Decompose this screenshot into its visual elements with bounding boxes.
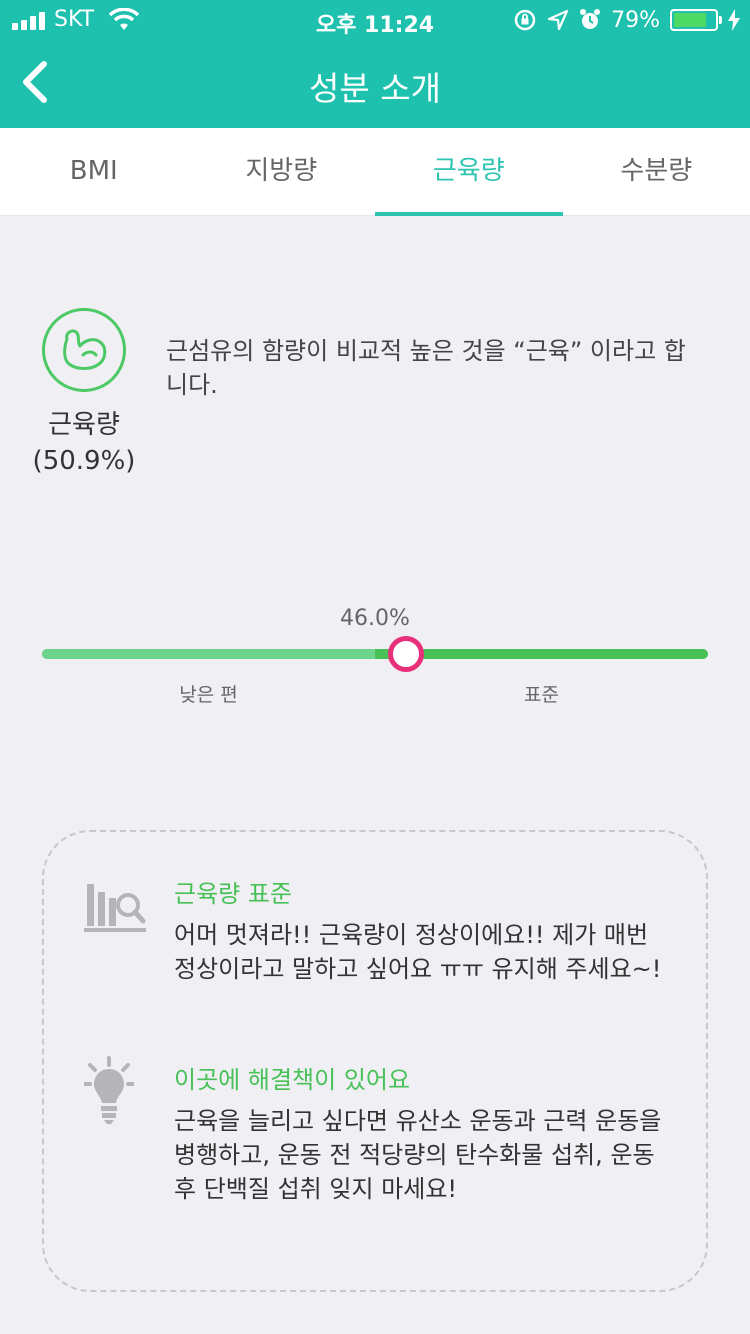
gauge-standard-label: 표준 [524, 684, 559, 706]
alarm-icon [580, 9, 601, 29]
navigation-bar: SKT 오후 11:24 79% 성분 소개 [0, 0, 750, 128]
status-bar: SKT 오후 11:24 79% [0, 0, 750, 40]
page-title: 성분 소개 [309, 69, 441, 108]
location-arrow-icon [547, 9, 569, 31]
category-tabs: BMI 지방량 근육량 수분량 [0, 128, 750, 216]
tab-water-mass[interactable]: 수분량 [563, 128, 750, 215]
battery-percent: 79% [611, 7, 660, 33]
lightbulb-icon [84, 1056, 134, 1124]
metric-name: 근육량 [48, 410, 120, 440]
metric-description: 근섬유의 함량이 비교적 높은 것을 “근육” 이라고 합니다. [166, 337, 686, 399]
flexed-arm-icon [63, 329, 107, 370]
gauge-marker [387, 636, 424, 672]
advice-body-status: 어머 멋져라!! 근육량이 정상이에요!! 제가 매번 정상이라고 말하고 싶어… [174, 921, 662, 983]
status-indicators: 79% [513, 6, 740, 34]
muscle-badge [42, 308, 126, 392]
gauge-track [42, 649, 708, 659]
tab-fat-mass[interactable]: 지방량 [188, 128, 376, 215]
battery-icon [670, 9, 722, 31]
advice-title-status: 근육량 표준 [174, 880, 293, 908]
bar-chart-search-icon [84, 884, 146, 932]
rotation-lock-icon [514, 9, 536, 31]
tab-bmi[interactable]: BMI [0, 128, 188, 215]
charging-bolt-icon [728, 9, 740, 31]
metric-percent: (50.9%) [32, 446, 136, 476]
advice-body-solution: 근육을 늘리고 싶다면 유산소 운동과 근력 운동을 병행하고, 운동 전 적당… [174, 1107, 662, 1203]
tab-muscle-mass[interactable]: 근육량 [375, 128, 563, 216]
gauge-value-label: 46.0% [340, 606, 410, 631]
battery-level [674, 13, 706, 27]
gauge-low-label: 낮은 편 [179, 684, 238, 706]
advice-title-solution: 이곳에 해결책이 있어요 [174, 1066, 411, 1094]
gauge-low-segment [42, 649, 375, 659]
